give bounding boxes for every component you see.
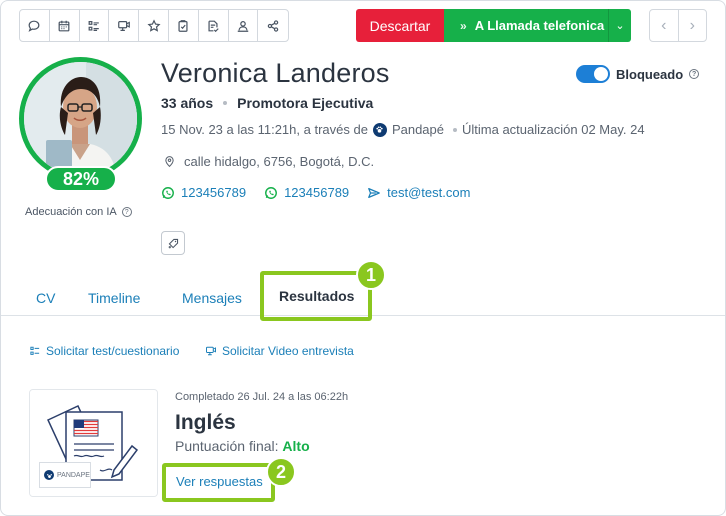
blocked-toggle-group: Bloqueado ? xyxy=(576,65,700,83)
email-contact[interactable]: test@test.com xyxy=(367,185,470,200)
ai-score-badge: 82% xyxy=(45,166,117,192)
candidate-name: Veronica Landeros xyxy=(161,58,390,88)
separator-dot xyxy=(453,127,457,132)
source-name: Pandapé xyxy=(391,122,444,137)
doc-check-icon[interactable] xyxy=(199,10,229,41)
send-icon xyxy=(368,187,381,198)
avatar xyxy=(19,57,142,180)
candidate-summary: 33 años Promotora Ejecutiva xyxy=(161,95,373,111)
candidate-address: calle hidalgo, 6756, Bogotá, D.C. xyxy=(163,154,374,169)
created-date: 15 Nov. 23 a las 11:21h, a través de xyxy=(161,122,368,137)
updated-date: Última actualización 02 May. 24 xyxy=(462,122,645,137)
double-chevron-right-icon: » xyxy=(460,18,467,33)
move-stage-button[interactable]: » A Llamada telefonica xyxy=(444,9,608,42)
list-icon[interactable] xyxy=(80,10,110,41)
ai-score-label: Adecuación con IA ? xyxy=(25,206,132,218)
request-test-link[interactable]: Solicitar test/cuestionario xyxy=(29,344,179,358)
whatsapp-icon xyxy=(162,186,174,199)
chat-icon[interactable] xyxy=(20,10,50,41)
whatsapp-icon xyxy=(265,186,278,199)
previous-candidate-button[interactable]: ‹ xyxy=(650,10,679,41)
candidate-dates: 15 Nov. 23 a las 11:21h, a través de Pan… xyxy=(161,122,645,137)
tab-mensajes[interactable]: Mensajes xyxy=(182,290,242,306)
help-icon[interactable]: ? xyxy=(689,69,700,79)
move-stage-label: A Llamada telefonica xyxy=(474,18,605,33)
star-icon[interactable] xyxy=(139,10,169,41)
callout-2: 2 xyxy=(266,457,296,487)
list-icon xyxy=(30,346,40,355)
result-completed-date: Completado 26 Jul. 24 a las 06:22h xyxy=(175,391,349,403)
pandape-logo-icon xyxy=(372,122,387,137)
tab-cv[interactable]: CV xyxy=(36,290,55,306)
tab-timeline[interactable]: Timeline xyxy=(88,290,140,306)
help-icon[interactable]: ? xyxy=(121,207,132,217)
video-icon[interactable] xyxy=(109,10,140,41)
separator-dot xyxy=(223,101,228,105)
share-icon[interactable] xyxy=(258,10,288,41)
result-score-value: Alto xyxy=(282,438,310,454)
whatsapp-contact-1[interactable]: 123456789 xyxy=(161,185,246,200)
pandape-logo: PANDAPE xyxy=(39,462,91,488)
candidate-contacts: 123456789 123456789 test@test.com xyxy=(161,185,470,200)
candidate-position: Promotora Ejecutiva xyxy=(237,95,374,111)
candidate-navigation: ‹ › xyxy=(649,9,707,42)
next-candidate-button[interactable]: › xyxy=(679,10,707,41)
calendar-icon[interactable] xyxy=(50,10,80,41)
whatsapp-contact-2[interactable]: 123456789 xyxy=(264,185,349,200)
highlight-resultados xyxy=(260,271,372,321)
avatar-photo xyxy=(24,62,137,175)
candidate-age: 33 años xyxy=(161,95,214,111)
action-toolbar xyxy=(19,9,290,42)
result-title: Inglés xyxy=(175,411,236,434)
chevron-down-icon[interactable]: ⌄ xyxy=(608,9,631,42)
candidate-panel: Descartar » A Llamada telefonica ⌄ ‹ › 8… xyxy=(0,0,726,516)
tag-icon xyxy=(168,238,178,248)
blocked-toggle[interactable] xyxy=(576,65,610,83)
request-video-link[interactable]: Solicitar Video entrevista xyxy=(205,344,354,358)
blocked-label: Bloqueado xyxy=(616,66,684,82)
callout-1: 1 xyxy=(356,260,386,290)
result-score: Puntuación final: Alto xyxy=(175,438,310,454)
highlight-view-answers xyxy=(162,463,275,502)
user-search-icon[interactable] xyxy=(229,10,259,41)
pandape-logo-icon xyxy=(44,470,54,480)
test-thumbnail: PANDAPE xyxy=(29,389,158,497)
clipboard-icon[interactable] xyxy=(169,10,199,41)
location-pin-icon xyxy=(165,156,174,168)
add-tag-button[interactable] xyxy=(161,231,185,255)
video-icon xyxy=(206,346,216,356)
discard-button[interactable]: Descartar xyxy=(356,9,444,42)
